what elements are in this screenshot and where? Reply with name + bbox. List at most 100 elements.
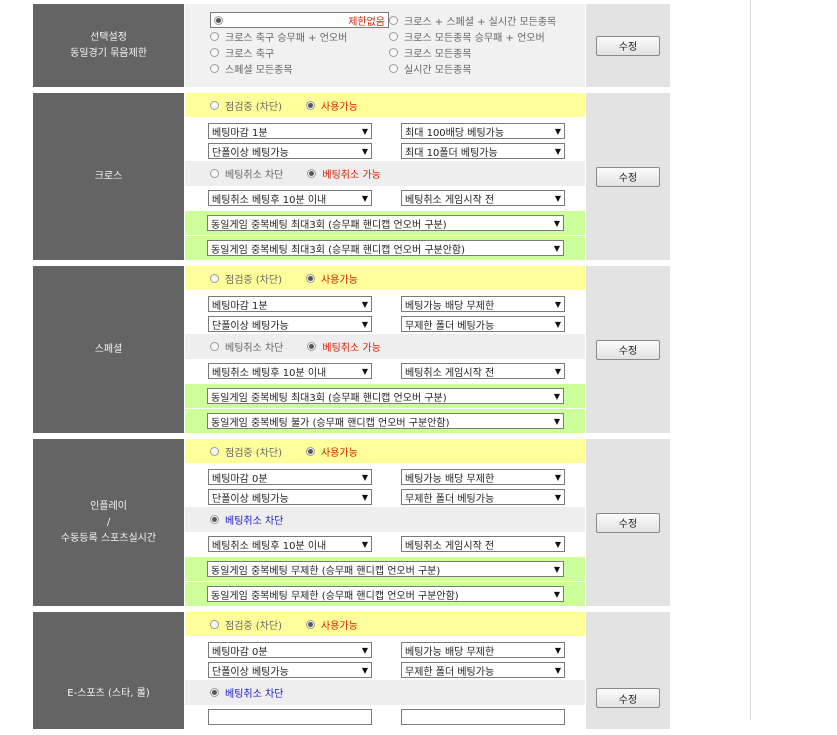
radio-icon[interactable]	[210, 63, 219, 73]
option-cross-all-wdl-ou[interactable]: 크로스 모든종목 승무패 + 언오버	[389, 29, 568, 44]
save-button[interactable]: 수정	[596, 35, 660, 56]
radio-icon[interactable]	[389, 31, 398, 41]
radio-selected-icon[interactable]	[305, 100, 315, 110]
bundle-restriction-label: 선택설정 동일경기 묶음제한	[33, 4, 185, 87]
radio-icon[interactable]	[389, 47, 398, 57]
duplicate-bet-select[interactable]: 동일게임 중복베팅 무제한 (승무패 핸디캡 언오버 구분) ▼	[207, 561, 564, 577]
option-live-all[interactable]: 실시간 모든종목	[389, 61, 568, 76]
dropdown-arrow-icon: ▼	[553, 391, 560, 401]
radio-selected-icon[interactable]	[210, 515, 219, 524]
min-folder-select[interactable]: 단폴이상 베팅가능 ▼	[208, 143, 372, 159]
max-folder-select[interactable]: 무제한 폴더 베팅가능 ▼	[401, 489, 565, 505]
radio-icon[interactable]	[210, 169, 219, 178]
dropdown-arrow-icon: ▼	[554, 126, 561, 136]
status-on-option[interactable]: 사용가능	[305, 98, 358, 113]
radio-selected-icon[interactable]	[307, 342, 317, 351]
section-label: E-스포츠 (스타, 롤)	[33, 612, 185, 729]
section-esports: E-스포츠 (스타, 롤) 점검중 (차단) 사용가능 베팅마감 0분 ▼ 베팅가…	[33, 612, 670, 735]
cancel-before-start-select[interactable]: 베팅취소 게임시작 전 ▼	[401, 190, 565, 206]
status-off-option[interactable]: 점검중 (차단)	[210, 98, 282, 113]
deadline-select[interactable]: 베팅마감 0분 ▼	[208, 469, 372, 485]
radio-selected-icon[interactable]	[305, 446, 315, 456]
cancel-before-start-select[interactable]: 베팅취소 게임시작 전 ▼	[401, 536, 565, 552]
save-button[interactable]: 수정	[596, 339, 660, 360]
radio-icon[interactable]	[389, 15, 398, 25]
dropdown-arrow-icon: ▼	[361, 665, 368, 675]
duplicate-bet-select[interactable]: 동일게임 중복베팅 최대3회 (승무패 핸디캡 언오버 구분) ▼	[207, 388, 564, 404]
option-no-limit[interactable]: 제한없음	[210, 12, 389, 28]
deadline-select[interactable]: 베팅마감 0분 ▼	[208, 642, 372, 658]
radio-icon[interactable]	[210, 31, 219, 41]
cancel-before-start-select[interactable]: 베팅취소 게임시작 전 ▼	[401, 363, 565, 379]
radio-icon[interactable]	[210, 619, 219, 629]
option-cross-special-live-all[interactable]: 크로스 + 스페셜 + 실시간 모든종목	[389, 13, 568, 28]
min-folder-select[interactable]: 단폴이상 베팅가능 ▼	[208, 662, 372, 678]
section-special: 스페셜 점검중 (차단) 사용가능 베팅마감 1분 ▼ 베팅가능 배당 무제한 ▼ …	[33, 266, 670, 439]
dropdown-arrow-icon: ▼	[554, 645, 561, 655]
max-odds-select[interactable]: 최대 100배당 베팅가능 ▼	[401, 123, 565, 139]
dropdown-arrow-icon: ▼	[361, 146, 368, 156]
max-folder-select[interactable]: 무제한 폴더 베팅가능 ▼	[401, 662, 565, 678]
min-folder-select[interactable]: 단폴이상 베팅가능 ▼	[208, 316, 372, 332]
cancel-on-option[interactable]: 베팅취소 가능	[307, 339, 381, 354]
status-on-option[interactable]: 사용가능	[305, 271, 358, 286]
dropdown-arrow-icon: ▼	[554, 319, 561, 329]
radio-selected-icon[interactable]	[307, 169, 317, 178]
max-odds-select[interactable]: 베팅가능 배당 무제한 ▼	[401, 469, 565, 485]
cancel-block-option[interactable]: 베팅취소 차단	[210, 512, 283, 527]
section-label: 크로스	[33, 93, 185, 260]
status-off-option[interactable]: 점검중 (차단)	[210, 271, 282, 286]
dropdown-arrow-icon: ▼	[361, 366, 368, 376]
dropdown-arrow-icon: ▼	[553, 589, 560, 599]
radio-icon[interactable]	[389, 63, 398, 73]
radio-icon[interactable]	[210, 446, 219, 456]
dropdown-arrow-icon: ▼	[553, 416, 560, 426]
cancel-window-select[interactable]: 베팅취소 베팅후 10분 이내 ▼	[208, 536, 372, 552]
deadline-select[interactable]: 베팅마감 1분 ▼	[208, 123, 372, 139]
cancel-before-start-select[interactable]	[401, 709, 565, 725]
max-odds-select[interactable]: 베팅가능 배당 무제한 ▼	[401, 296, 565, 312]
save-button[interactable]: 수정	[596, 166, 660, 187]
cancel-window-select[interactable]: 베팅취소 베팅후 10분 이내 ▼	[208, 190, 372, 206]
cancel-row: 베팅취소 차단	[185, 507, 585, 532]
status-off-option[interactable]: 점검중 (차단)	[210, 617, 282, 632]
radio-selected-icon[interactable]	[214, 15, 223, 25]
dropdown-arrow-icon: ▼	[361, 193, 368, 203]
cancel-window-select[interactable]: 베팅취소 베팅후 10분 이내 ▼	[208, 363, 372, 379]
status-on-option[interactable]: 사용가능	[305, 617, 358, 632]
radio-selected-icon[interactable]	[305, 619, 315, 629]
radio-selected-icon[interactable]	[305, 273, 315, 283]
status-on-option[interactable]: 사용가능	[305, 444, 358, 459]
duplicate-bet-select-nodiv[interactable]: 동일게임 중복베팅 최대3회 (승무패 핸디캡 언오버 구분안함) ▼	[207, 240, 564, 256]
cancel-window-select[interactable]	[208, 709, 372, 725]
option-cross-all[interactable]: 크로스 모든종목	[389, 45, 568, 60]
max-folder-select[interactable]: 최대 10폴더 베팅가능 ▼	[401, 143, 565, 159]
duplicate-bet-select[interactable]: 동일게임 중복베팅 최대3회 (승무패 핸디캡 언오버 구분) ▼	[207, 215, 564, 231]
status-off-option[interactable]: 점검중 (차단)	[210, 444, 282, 459]
max-odds-select[interactable]: 베팅가능 배당 무제한 ▼	[401, 642, 565, 658]
radio-icon[interactable]	[210, 47, 219, 57]
bundle-restriction-block: 선택설정 동일경기 묶음제한 제한없음 크로스 + 스페셜 + 실시간 모든종목…	[33, 4, 670, 93]
radio-icon[interactable]	[210, 342, 219, 351]
duplicate-bet-select-nodiv[interactable]: 동일게임 중복베팅 불가 (승무패 핸디캡 언오버 구분안함) ▼	[207, 413, 564, 429]
radio-selected-icon[interactable]	[210, 688, 219, 697]
radio-icon[interactable]	[210, 100, 219, 110]
deadline-select[interactable]: 베팅마감 1분 ▼	[208, 296, 372, 312]
max-folder-select[interactable]: 무제한 폴더 베팅가능 ▼	[401, 316, 565, 332]
option-cross-soccer-wdl-ou[interactable]: 크로스 축구 승무패 + 언오버	[210, 29, 389, 44]
cancel-on-option[interactable]: 베팅취소 가능	[307, 166, 381, 181]
cancel-block-option[interactable]: 베팅취소 차단	[210, 685, 283, 700]
section-cross: 크로스 점검중 (차단) 사용가능 베팅마감 1분 ▼ 최대 100배당 베팅가능…	[33, 93, 670, 266]
save-button[interactable]: 수정	[596, 512, 660, 533]
radio-icon[interactable]	[210, 273, 219, 283]
min-folder-select[interactable]: 단폴이상 베팅가능 ▼	[208, 489, 372, 505]
status-row: 점검중 (차단) 사용가능	[185, 439, 585, 463]
option-special-all[interactable]: 스페셜 모든종목	[210, 61, 389, 76]
status-row: 점검중 (차단) 사용가능	[185, 612, 585, 636]
dropdown-arrow-icon: ▼	[361, 539, 368, 549]
save-button[interactable]: 수정	[596, 688, 660, 708]
option-cross-soccer[interactable]: 크로스 축구	[210, 45, 389, 60]
cancel-off-option[interactable]: 베팅취소 차단	[210, 166, 283, 181]
duplicate-bet-select-nodiv[interactable]: 동일게임 중복베팅 무제한 (승무패 핸디캡 언오버 구분안함) ▼	[207, 586, 564, 602]
cancel-off-option[interactable]: 베팅취소 차단	[210, 339, 283, 354]
